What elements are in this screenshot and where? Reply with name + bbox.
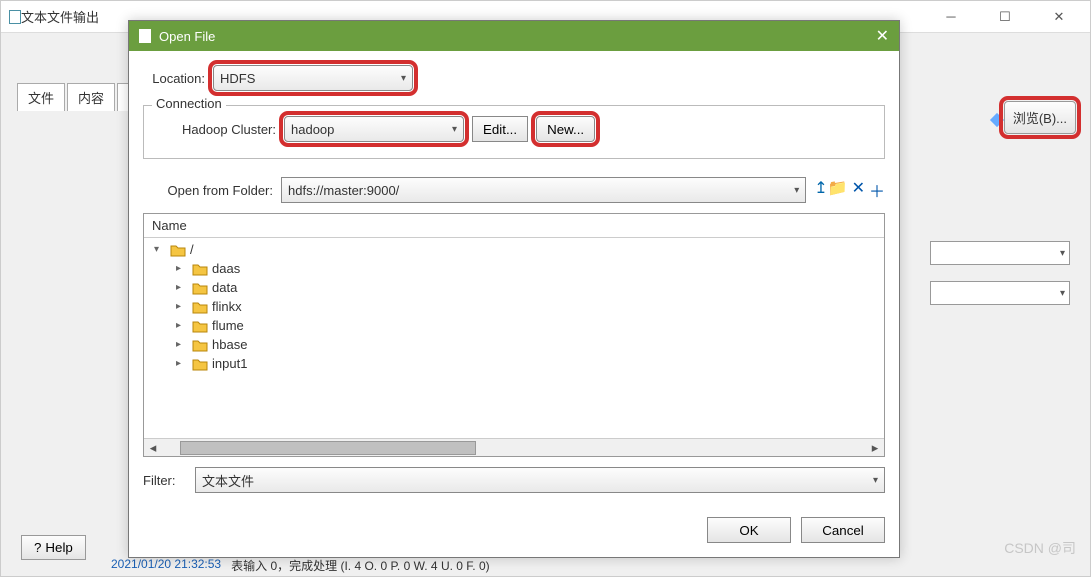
tree-item-flinkx[interactable]: ▸ flinkx: [148, 297, 880, 316]
dialog-close-button[interactable]: ✕: [876, 26, 889, 46]
chevron-down-icon: ▾: [1060, 288, 1065, 299]
tree-item-flume[interactable]: ▸ flume: [148, 316, 880, 335]
open-folder-value: hdfs://master:9000/: [288, 183, 399, 198]
chevron-down-icon: ▾: [452, 124, 457, 135]
tree-item-daas[interactable]: ▸ daas: [148, 259, 880, 278]
tree-item-input1[interactable]: ▸ input1: [148, 354, 880, 373]
folder-icon: [192, 300, 208, 314]
tree-root[interactable]: ▾ /: [148, 240, 880, 259]
tree-item-label: data: [212, 280, 237, 295]
chevron-down-icon: ▾: [794, 185, 799, 196]
help-label: Help: [45, 540, 72, 555]
bg-dropdown-1[interactable]: ▾: [930, 241, 1070, 265]
tree-item-label: input1: [212, 356, 247, 371]
hadoop-cluster-select[interactable]: hadoop ▾: [284, 116, 464, 142]
new-cluster-button[interactable]: New...: [536, 116, 595, 142]
tab-file[interactable]: 文件: [17, 83, 65, 111]
maximize-button[interactable]: ☐: [982, 1, 1028, 33]
ok-label: OK: [739, 523, 758, 538]
help-icon: ?: [34, 540, 41, 555]
hadoop-cluster-value: hadoop: [291, 122, 334, 137]
chevron-right-icon: ▸: [176, 339, 188, 350]
browse-label: 浏览(B)...: [1013, 111, 1067, 126]
dialog-titlebar: Open File ✕: [129, 21, 899, 51]
folder-icon: [192, 262, 208, 276]
connection-legend: Connection: [152, 96, 226, 111]
hadoop-cluster-label: Hadoop Cluster:: [156, 122, 276, 137]
location-value: HDFS: [220, 71, 255, 86]
filter-select[interactable]: 文本文件 ▾: [195, 467, 885, 493]
tree-body[interactable]: ▾ / ▸ daas ▸ data ▸ flinkx: [144, 238, 884, 438]
tree-header-name[interactable]: Name: [144, 214, 884, 238]
filter-value: 文本文件: [202, 471, 254, 490]
tab-content[interactable]: 内容: [67, 83, 115, 111]
parent-title: 文本文件输出: [21, 7, 99, 26]
chevron-down-icon: ▾: [873, 475, 878, 486]
location-select[interactable]: HDFS ▾: [213, 65, 413, 91]
location-label: Location:: [143, 71, 205, 86]
chevron-right-icon: ▸: [176, 282, 188, 293]
cancel-button[interactable]: Cancel: [801, 517, 885, 543]
chevron-down-icon: ▾: [1060, 248, 1065, 259]
edit-cluster-button[interactable]: Edit...: [472, 116, 528, 142]
scroll-left-icon[interactable]: ◂: [144, 440, 162, 456]
horizontal-scrollbar[interactable]: ◂ ▸: [144, 438, 884, 456]
minimize-button[interactable]: ─: [928, 1, 974, 33]
chevron-down-icon: ▾: [154, 244, 166, 255]
tree-item-data[interactable]: ▸ data: [148, 278, 880, 297]
add-path-icon[interactable]: ＋: [869, 178, 885, 202]
close-window-button[interactable]: ✕: [1036, 1, 1082, 33]
dialog-title: Open File: [159, 29, 215, 44]
filter-label: Filter:: [143, 473, 187, 488]
log-text: 表输入 0，完成处理 (I. 4 O. 0 P. 0 W. 4 U. 0 F. …: [231, 557, 490, 574]
folder-icon: [192, 319, 208, 333]
ok-button[interactable]: OK: [707, 517, 791, 543]
chevron-right-icon: ▸: [176, 301, 188, 312]
doc-icon: [9, 10, 21, 24]
scroll-right-icon[interactable]: ▸: [866, 440, 884, 456]
file-tree: Name ▾ / ▸ daas ▸ data ▸: [143, 213, 885, 457]
watermark: CSDN @司: [1004, 538, 1076, 558]
help-button[interactable]: ? Help: [21, 535, 86, 560]
edit-label: Edit...: [483, 122, 517, 137]
delete-path-icon[interactable]: ✕: [852, 178, 865, 202]
bg-dropdown-2[interactable]: ▾: [930, 281, 1070, 305]
open-folder-label: Open from Folder:: [143, 183, 273, 198]
chevron-right-icon: ▸: [176, 263, 188, 274]
folder-icon: [192, 357, 208, 371]
new-label: New...: [547, 122, 584, 137]
open-file-dialog: Open File ✕ Location: HDFS ▾ Connection …: [128, 20, 900, 558]
tree-item-label: flume: [212, 318, 244, 333]
chevron-right-icon: ▸: [176, 358, 188, 369]
chevron-right-icon: ▸: [176, 320, 188, 331]
folder-icon: [170, 243, 186, 257]
tree-item-label: hbase: [212, 337, 247, 352]
tree-item-hbase[interactable]: ▸ hbase: [148, 335, 880, 354]
tree-root-label: /: [190, 242, 194, 257]
scroll-thumb[interactable]: [180, 441, 476, 455]
log-line: 2021/01/20 21:32:53 表输入 0，完成处理 (I. 4 O. …: [111, 557, 490, 574]
diamond-icon: [990, 113, 1004, 127]
log-timestamp: 2021/01/20 21:32:53: [111, 557, 221, 574]
tree-item-label: flinkx: [212, 299, 242, 314]
cancel-label: Cancel: [822, 523, 864, 538]
folder-icon: [192, 281, 208, 295]
folder-up-icon[interactable]: ↥📁: [814, 178, 847, 202]
browse-button[interactable]: 浏览(B)...: [1004, 101, 1076, 134]
open-folder-input[interactable]: hdfs://master:9000/ ▾: [281, 177, 806, 203]
folder-icon: [192, 338, 208, 352]
chevron-down-icon: ▾: [401, 73, 406, 84]
dialog-doc-icon: [139, 29, 151, 43]
connection-fieldset: Connection Hadoop Cluster: hadoop ▾ Edit…: [143, 105, 885, 159]
tree-item-label: daas: [212, 261, 240, 276]
